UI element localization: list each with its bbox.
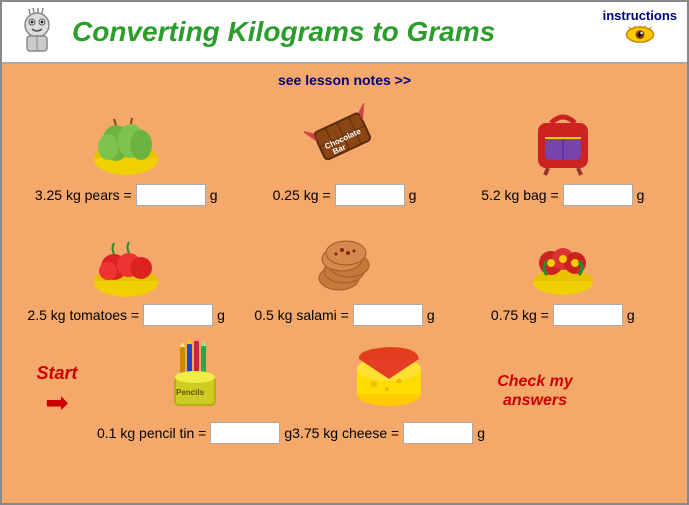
pencils-image: Pencils: [157, 339, 232, 417]
start-label[interactable]: Start: [36, 363, 77, 384]
q7-input[interactable]: [210, 422, 280, 444]
q6-label: 0.75 kg =: [491, 307, 549, 323]
q6-unit: g: [627, 307, 635, 323]
chocolate-cell: Chocolate Bar 0.25 kg = g: [235, 96, 453, 210]
pencil-cell: Pencils 0.1 kg pencil tin = g: [97, 338, 292, 444]
q3-input[interactable]: [563, 184, 633, 206]
q1-unit: g: [210, 187, 218, 203]
q8-input[interactable]: [403, 422, 473, 444]
flowers-image: [523, 223, 603, 298]
q2-label: 0.25 kg =: [273, 187, 331, 203]
salami-image: [304, 223, 384, 298]
instructions-link[interactable]: instructions: [603, 8, 677, 45]
q5-input[interactable]: [353, 304, 423, 326]
q3-unit: g: [637, 187, 645, 203]
flowers-cell: 0.75 kg = g: [454, 216, 672, 330]
q3-label: 5.2 kg bag =: [481, 187, 558, 203]
salami-cell: 0.5 kg salami = g: [235, 216, 453, 330]
tomatoes-image: [86, 223, 166, 298]
pears-cell: 3.25 kg pears = g: [17, 96, 235, 210]
instructions-label: instructions: [603, 8, 677, 23]
q4-unit: g: [217, 307, 225, 323]
svg-text:Pencils: Pencils: [176, 388, 205, 397]
pears-image: [86, 103, 166, 178]
q1-label: 3.25 kg pears =: [35, 187, 132, 203]
check-answers-button[interactable]: Check my answers: [485, 372, 585, 410]
q6-input[interactable]: [553, 304, 623, 326]
q8-unit: g: [477, 425, 485, 441]
robot-icon: [12, 7, 62, 57]
tomatoes-cell: 2.5 kg tomatoes = g: [17, 216, 235, 330]
page-title: Converting Kilograms to Grams: [72, 16, 495, 48]
header: Converting Kilograms to Grams instructio…: [2, 2, 687, 64]
check-label[interactable]: Check my answers: [485, 372, 585, 410]
start-arrow-icon[interactable]: ➡: [45, 386, 68, 419]
q1-input[interactable]: [136, 184, 206, 206]
cheese-image: [349, 339, 429, 417]
q5-unit: g: [427, 307, 435, 323]
q7-unit: g: [284, 425, 292, 441]
main-content: see lesson notes >>: [2, 64, 687, 503]
cheese-cell: 3.75 kg cheese = g: [292, 338, 485, 444]
q2-unit: g: [409, 187, 417, 203]
bag-image: [523, 103, 603, 178]
start-section: Start ➡: [17, 363, 97, 419]
q5-label: 0.5 kg salami =: [254, 307, 349, 323]
q4-input[interactable]: [143, 304, 213, 326]
q7-label: 0.1 kg pencil tin =: [97, 425, 206, 441]
chocolate-image: Chocolate Bar: [304, 103, 384, 178]
bag-cell: 5.2 kg bag = g: [454, 96, 672, 210]
eye-icon: [625, 25, 655, 45]
q4-label: 2.5 kg tomatoes =: [27, 307, 139, 323]
lesson-notes-link[interactable]: see lesson notes >>: [17, 72, 672, 88]
q8-label: 3.75 kg cheese =: [292, 425, 399, 441]
q2-input[interactable]: [335, 184, 405, 206]
